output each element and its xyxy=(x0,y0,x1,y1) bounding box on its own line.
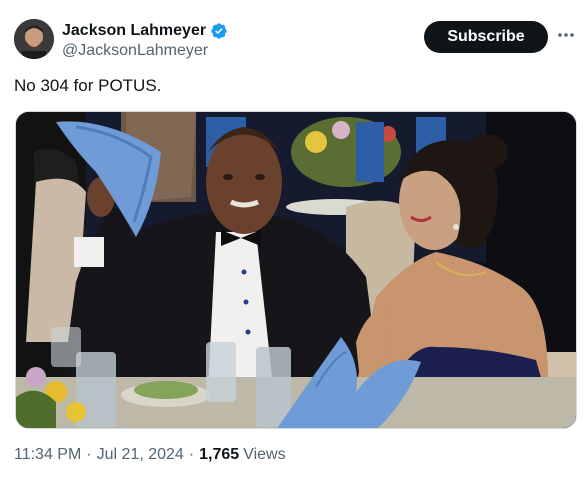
photo-image xyxy=(16,112,576,428)
views-label: Views xyxy=(243,446,286,463)
tweet-text: No 304 for POTUS. xyxy=(14,76,162,95)
tweet-meta: 11:34 PM · Jul 21, 2024 · 1,765 Views xyxy=(14,446,286,464)
avatar-image xyxy=(14,19,54,59)
author-avatar[interactable] xyxy=(14,19,54,59)
meta-separator: · xyxy=(188,446,195,463)
verified-badge-icon xyxy=(210,22,228,40)
tweet-time[interactable]: 11:34 PM xyxy=(14,446,81,464)
more-options-icon[interactable] xyxy=(556,25,576,45)
tweet-date[interactable]: Jul 21, 2024 xyxy=(97,446,184,464)
author-names: Jackson Lahmeyer @JacksonLahmeyer xyxy=(62,21,228,60)
author-handle[interactable]: @JacksonLahmeyer xyxy=(62,42,228,60)
views-count: 1,765 xyxy=(199,446,240,463)
subscribe-button[interactable]: Subscribe xyxy=(424,21,548,53)
author-display-name[interactable]: Jackson Lahmeyer xyxy=(62,22,206,40)
tweet-header: Jackson Lahmeyer @JacksonLahmeyer Subscr… xyxy=(14,19,576,63)
meta-separator: · xyxy=(86,446,92,463)
tweet-photo[interactable] xyxy=(15,111,577,429)
